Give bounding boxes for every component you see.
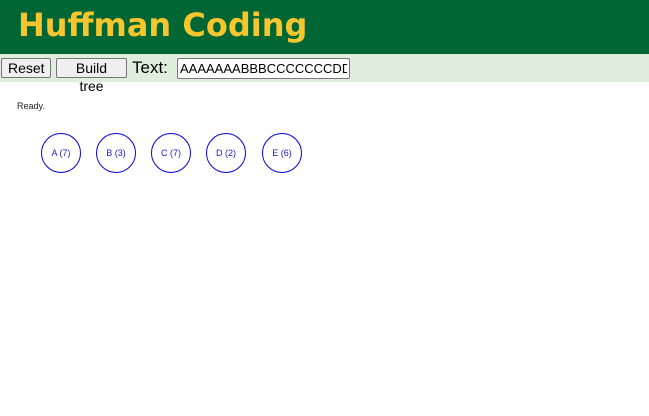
tree-node[interactable]: C (7) <box>151 133 191 173</box>
tree-node[interactable]: B (3) <box>96 133 136 173</box>
tree-node[interactable]: D (2) <box>206 133 246 173</box>
tree-canvas: A (7) B (3) C (7) D (2) E (6) <box>0 0 649 416</box>
tree-node[interactable]: E (6) <box>262 133 302 173</box>
tree-node[interactable]: A (7) <box>41 133 81 173</box>
